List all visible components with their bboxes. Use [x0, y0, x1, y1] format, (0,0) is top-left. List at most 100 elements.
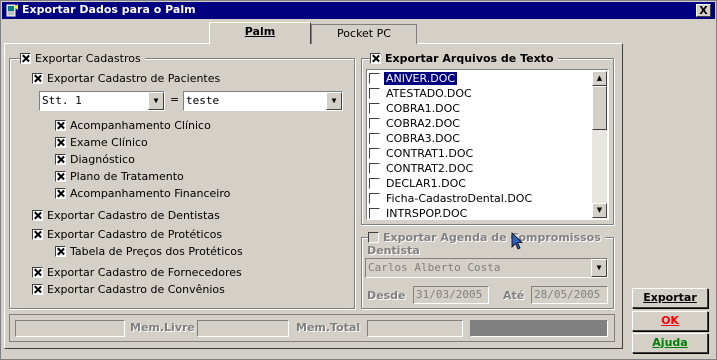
file-name: DECLAR1.DOC — [386, 177, 466, 190]
close-button[interactable]: X — [696, 4, 711, 17]
checkbox-box — [55, 187, 66, 199]
ate-date-field[interactable]: 28/05/2005 — [531, 286, 608, 304]
checkbox-box — [370, 52, 381, 64]
checkbox-box — [55, 170, 66, 182]
mouse-pointer-icon — [511, 232, 523, 250]
exportar-convenios-checkbox[interactable]: Exportar Cadastro de Convênios — [32, 282, 225, 296]
checkbox-box — [55, 136, 66, 148]
file-list-scrollbar[interactable]: ▲ ▼ — [592, 71, 607, 218]
desde-label: Desde — [367, 289, 406, 302]
file-name: COBRA3.DOC — [386, 132, 460, 145]
checkbox-box[interactable] — [369, 148, 380, 159]
checkbox-box[interactable] — [369, 103, 380, 114]
exportar-cadastros-label: Exportar Cadastros — [35, 51, 141, 65]
list-item[interactable]: COBRA2.DOC — [369, 116, 592, 131]
chevron-down-icon[interactable]: ▼ — [326, 92, 342, 110]
status-panel-1 — [15, 320, 125, 337]
file-list[interactable]: ANIVER.DOC ATESTADO.DOC COBRA1.DOC COBRA… — [366, 69, 609, 220]
exportar-pacientes-label: Exportar Cadastro de Pacientes — [47, 71, 221, 85]
file-name: COBRA1.DOC — [386, 102, 460, 115]
tab-pocket-pc[interactable]: Pocket PC — [311, 24, 417, 44]
progress-bar — [470, 320, 608, 337]
list-item[interactable]: INTRSPOP.DOC — [369, 206, 592, 221]
list-item[interactable]: CONTRAT2.DOC — [369, 161, 592, 176]
tabela-precos-label: Tabela de Preços dos Protéticos — [70, 244, 243, 258]
exportar-convenios-label: Exportar Cadastro de Convênios — [47, 282, 225, 296]
exportar-proteticos-checkbox[interactable]: Exportar Cadastro de Protéticos — [32, 227, 222, 241]
checkbox-box — [32, 228, 43, 240]
checkbox-box[interactable] — [369, 88, 380, 99]
checkbox-box — [368, 231, 379, 243]
exportar-arquivos-label: Exportar Arquivos de Texto — [385, 51, 554, 65]
window-title: Exportar Dados para o Palm — [22, 3, 196, 16]
diagnostico-label: Diagnóstico — [70, 152, 135, 166]
acompanhamento-financeiro-label: Acompanhamento Financeiro — [70, 186, 231, 200]
checkbox-box — [32, 72, 43, 84]
dentista-select[interactable]: Carlos Alberto Costa ▼ — [365, 258, 608, 278]
ok-button[interactable]: OK — [632, 311, 708, 331]
file-name: INTRSPOP.DOC — [386, 207, 468, 220]
checkbox-box[interactable] — [369, 133, 380, 144]
export-dialog: Exportar Dados para o Palm X Palm Pocket… — [0, 0, 717, 360]
tabela-precos-checkbox[interactable]: Tabela de Preços dos Protéticos — [55, 244, 243, 258]
checkbox-box[interactable] — [369, 208, 380, 219]
checkbox-box[interactable] — [369, 163, 380, 174]
plano-tratamento-checkbox[interactable]: Plano de Tratamento — [55, 169, 184, 183]
exportar-button[interactable]: Exportar — [632, 288, 708, 308]
filter-field-value: Stt. 1 — [42, 94, 82, 107]
exportar-proteticos-label: Exportar Cadastro de Protéticos — [47, 227, 223, 241]
acompanhamento-clinico-checkbox[interactable]: Acompanhamento Clínico — [55, 118, 211, 132]
list-item[interactable]: COBRA3.DOC — [369, 131, 592, 146]
filter-operator: = — [170, 93, 180, 106]
exportar-agenda-checkbox[interactable]: Exportar Agenda de Compromissos — [368, 230, 605, 244]
exame-clinico-label: Exame Clínico — [70, 135, 148, 149]
desde-date-field[interactable]: 31/03/2005 — [413, 286, 489, 304]
chevron-down-icon[interactable]: ▼ — [591, 259, 607, 277]
scroll-thumb[interactable] — [592, 86, 607, 130]
tab-pocket-pc-label: Pocket PC — [337, 27, 391, 40]
list-item[interactable]: DECLAR1.DOC — [369, 176, 592, 191]
file-name: COBRA2.DOC — [386, 117, 460, 130]
plano-tratamento-label: Plano de Tratamento — [70, 169, 184, 183]
diagnostico-checkbox[interactable]: Diagnóstico — [55, 152, 135, 166]
filter-field-select[interactable]: Stt. 1 ▼ — [39, 91, 165, 111]
list-item[interactable]: ATESTADO.DOC — [369, 86, 592, 101]
checkbox-box — [55, 119, 66, 131]
list-item[interactable]: ANIVER.DOC — [369, 71, 592, 86]
list-item[interactable]: CONTRAT1.DOC — [369, 146, 592, 161]
list-item[interactable]: COBRA1.DOC — [369, 101, 592, 116]
tab-strip-spacer — [4, 24, 209, 44]
tab-palm-label: Palm — [244, 25, 276, 38]
exportar-cadastros-checkbox[interactable]: Exportar Cadastros — [20, 51, 145, 65]
exame-clinico-checkbox[interactable]: Exame Clínico — [55, 135, 148, 149]
chevron-down-icon[interactable]: ▼ — [148, 92, 164, 110]
checkbox-box[interactable] — [369, 193, 380, 204]
checkbox-box[interactable] — [369, 118, 380, 129]
scroll-down-icon[interactable]: ▼ — [592, 203, 607, 218]
file-name: CONTRAT1.DOC — [386, 147, 474, 160]
acompanhamento-clinico-label: Acompanhamento Clínico — [70, 118, 211, 132]
mem-total-value — [367, 320, 463, 337]
palm-app-icon — [6, 4, 18, 17]
ajuda-button[interactable]: Ajuda — [632, 333, 708, 353]
exportar-dentistas-checkbox[interactable]: Exportar Cadastro de Dentistas — [32, 208, 220, 222]
checkbox-box — [55, 245, 66, 257]
exportar-pacientes-checkbox[interactable]: Exportar Cadastro de Pacientes — [32, 71, 220, 85]
scroll-up-icon[interactable]: ▲ — [592, 71, 607, 86]
tab-palm[interactable]: Palm — [209, 22, 311, 44]
exportar-arquivos-checkbox[interactable]: Exportar Arquivos de Texto — [370, 51, 558, 65]
title-bar: Exportar Dados para o Palm X — [2, 2, 715, 19]
exportar-fornecedores-label: Exportar Cadastro de Fornecedores — [47, 265, 242, 279]
filter-value-select[interactable]: teste ▼ — [183, 91, 343, 111]
exportar-agenda-label: Exportar Agenda de Compromissos — [383, 230, 601, 244]
checkbox-box — [32, 283, 43, 295]
checkbox-box — [32, 266, 43, 278]
exportar-fornecedores-checkbox[interactable]: Exportar Cadastro de Fornecedores — [32, 265, 242, 279]
checkbox-box[interactable] — [369, 73, 380, 84]
acompanhamento-financeiro-checkbox[interactable]: Acompanhamento Financeiro — [55, 186, 230, 200]
list-item[interactable]: Ficha-CadastroDental.DOC — [369, 191, 592, 206]
file-name: ATESTADO.DOC — [386, 87, 472, 100]
dentista-label: Dentista — [367, 244, 420, 257]
checkbox-box[interactable] — [369, 178, 380, 189]
ate-label: Até — [503, 289, 525, 302]
